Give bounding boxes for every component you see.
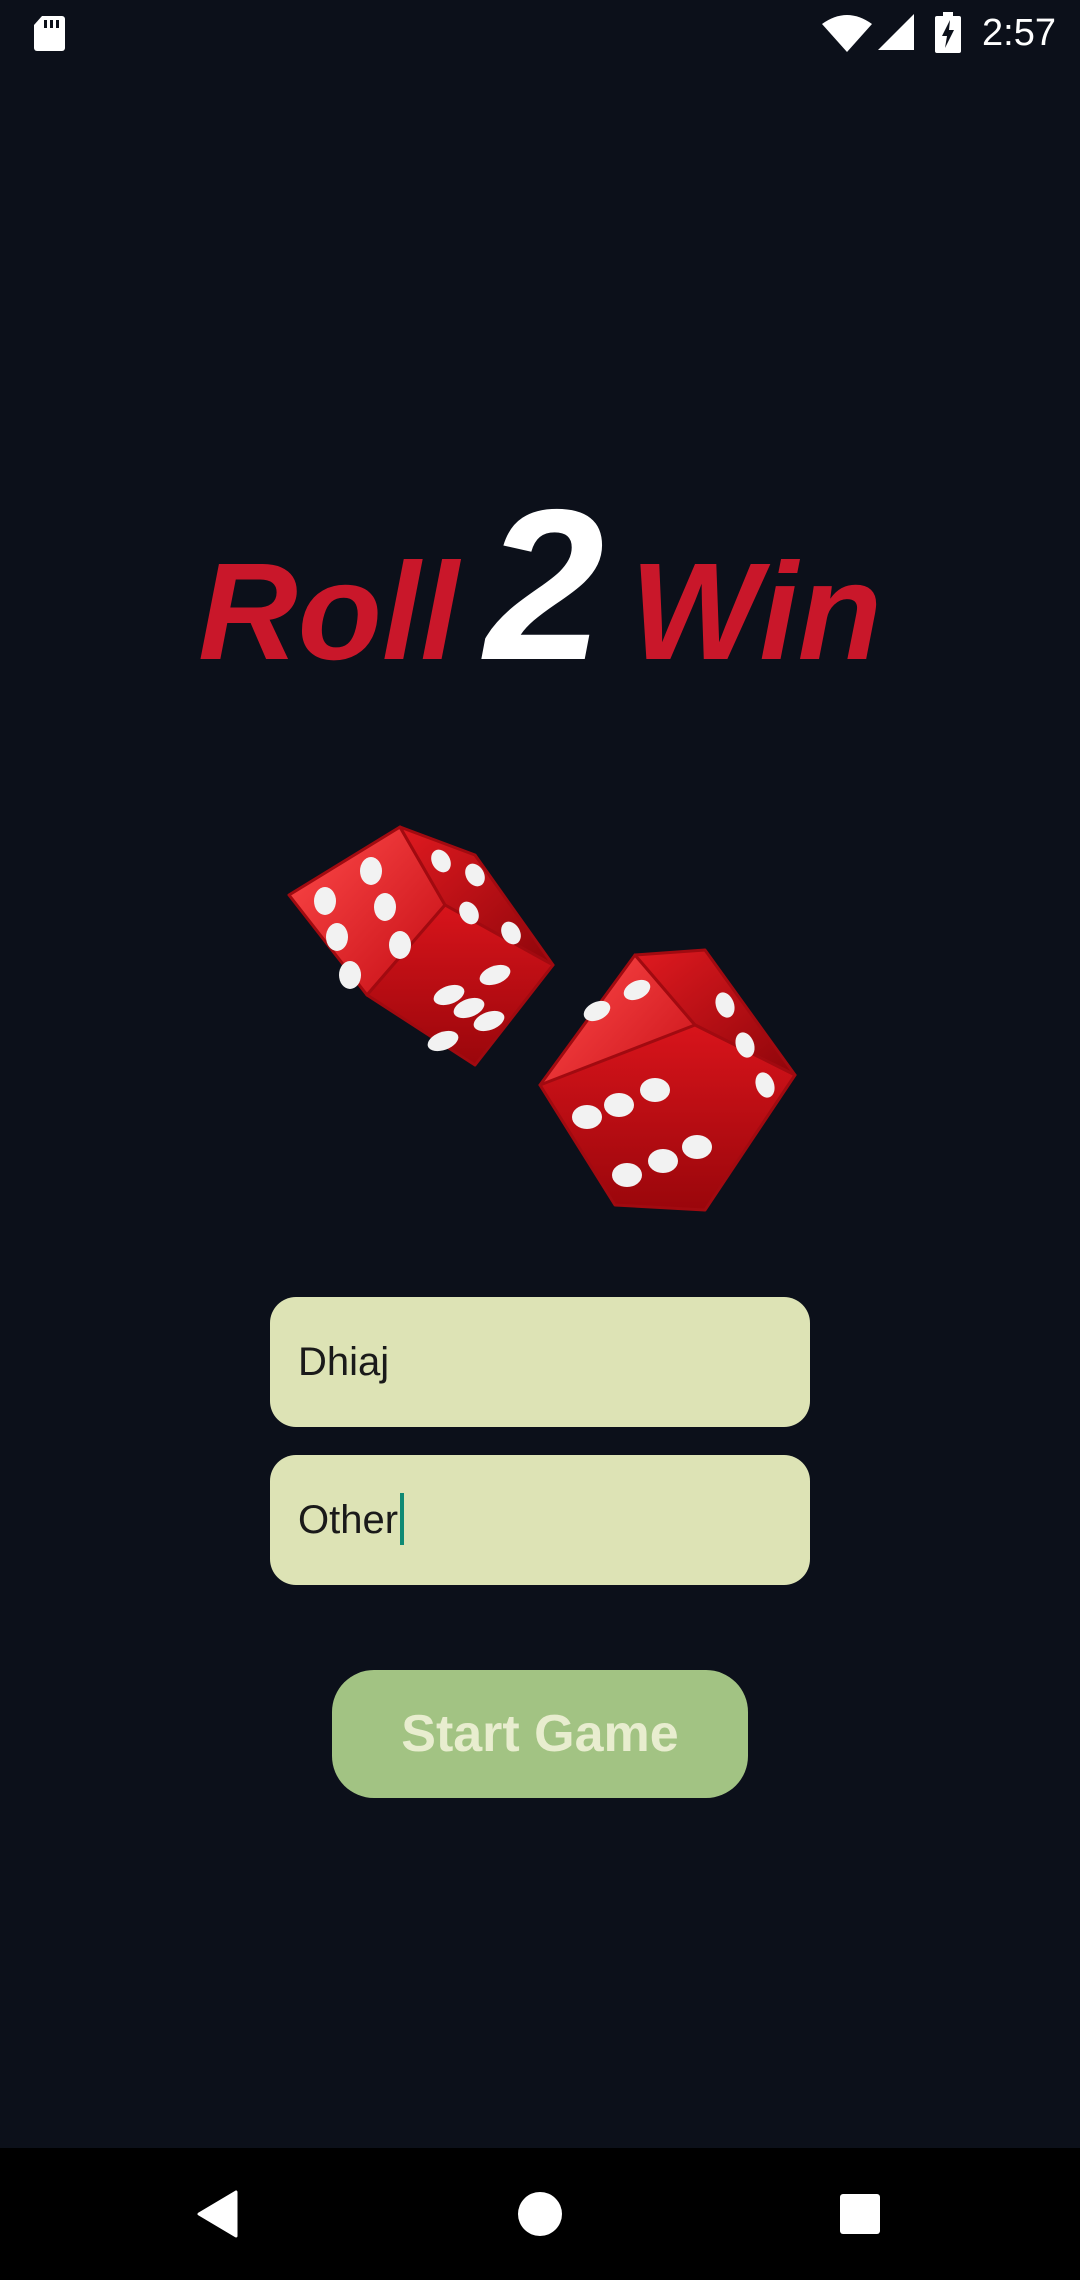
- app-title: Roll 2 Win: [0, 470, 1080, 700]
- recents-icon[interactable]: [838, 2192, 882, 2236]
- signal-icon: [878, 14, 914, 50]
- back-icon[interactable]: [196, 2190, 240, 2238]
- die-one: [287, 825, 555, 1067]
- home-icon[interactable]: [516, 2190, 564, 2238]
- title-win: Win: [630, 535, 882, 689]
- die-two: [538, 948, 797, 1212]
- battery-charging-icon: [935, 12, 961, 53]
- text-caret: [400, 1493, 405, 1546]
- player-one-value: Dhiaj: [298, 1340, 390, 1384]
- wifi-icon: [822, 15, 872, 52]
- navigation-bar: [0, 2148, 1080, 2280]
- status-bar: 2:57: [0, 0, 1080, 66]
- dice-image: [287, 825, 797, 1212]
- title-number: 2: [484, 464, 605, 705]
- player-two-input[interactable]: Other: [270, 1455, 810, 1585]
- app-screen: 2:57 Roll 2 Win Dhiaj Other Start Game: [0, 0, 1080, 2280]
- player-one-input[interactable]: Dhiaj: [270, 1297, 810, 1427]
- player-two-value: Other: [298, 1498, 399, 1542]
- status-time: 2:57: [982, 12, 1056, 54]
- sd-card-icon: [34, 16, 65, 51]
- title-roll: Roll: [198, 535, 459, 689]
- start-game-button[interactable]: Start Game: [332, 1670, 748, 1798]
